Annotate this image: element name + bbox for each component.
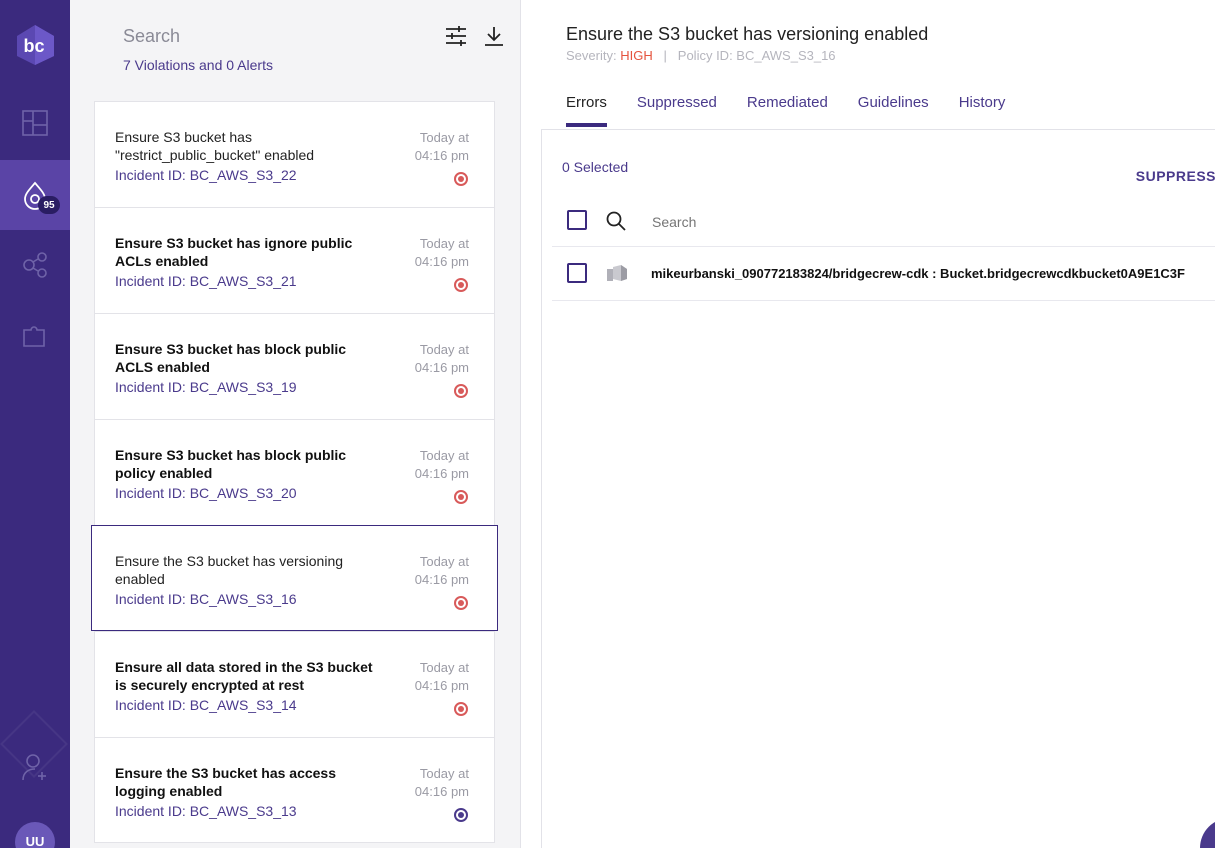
tab-remediated[interactable]: Remediated [747,94,828,127]
severity-high-icon [454,596,468,610]
dashboard-icon [22,110,48,136]
severity-high-icon [454,702,468,716]
s3-bucket-icon [607,265,627,281]
detail-tabs: Errors Suppressed Remediated Guidelines … [566,94,1035,127]
incident-title: Ensure S3 bucket has block public ACLS e… [115,341,347,375]
incident-card[interactable]: Ensure all data stored in the S3 bucket … [94,631,495,737]
user-avatar[interactable]: UU [15,822,55,848]
bridgecrew-logo[interactable]: bc [14,24,56,66]
nav-dashboard[interactable] [0,88,70,158]
incident-title: Ensure the S3 bucket has access logging … [115,765,336,799]
incident-detail-panel: Ensure the S3 bucket has versioning enab… [521,0,1215,848]
incident-time: Today at 04:16 pm [414,766,469,799]
incident-card[interactable]: Ensure the S3 bucket has access logging … [94,737,495,843]
incident-id: Incident ID: BC_AWS_S3_20 [115,485,297,501]
nav-integrations[interactable] [0,300,70,370]
incident-time: Today at 04:16 pm [414,236,469,269]
incident-card[interactable]: Ensure S3 bucket has block public ACLS e… [94,313,495,419]
nav-incidents[interactable]: 95 [0,160,70,230]
resource-search-input[interactable] [652,214,952,230]
sidebar: bc 95 UU [0,0,70,848]
incident-id: Incident ID: BC_AWS_S3_14 [115,697,297,713]
share-icon [23,252,47,278]
policy-meta: Severity: HIGH | Policy ID: BC_AWS_S3_16 [566,48,836,63]
severity-high-icon [454,490,468,504]
severity-medium-icon [454,808,468,822]
severity-high-icon [454,278,468,292]
incident-id: Incident ID: BC_AWS_S3_19 [115,379,297,395]
incident-title: Ensure S3 bucket has block public policy… [115,447,347,481]
incident-card[interactable]: Ensure S3 bucket has "restrict_public_bu… [94,101,495,207]
incident-title: Ensure all data stored in the S3 bucket … [115,659,373,693]
incidents-count-badge: 95 [38,196,60,214]
search-icon [606,211,626,231]
policy-title: Ensure the S3 bucket has versioning enab… [566,24,929,44]
severity-value: HIGH [620,48,653,63]
incident-time: Today at 04:16 pm [414,448,469,481]
filter-button[interactable] [444,24,468,48]
tab-history[interactable]: History [959,94,1006,127]
violations-count: 7 Violations and 0 Alerts [123,57,273,73]
policy-id: Policy ID: BC_AWS_S3_16 [677,48,836,63]
list-search[interactable]: Search [123,26,180,47]
incident-id: Incident ID: BC_AWS_S3_21 [115,273,297,289]
nav-add-user[interactable] [0,732,70,802]
severity-high-icon [454,384,468,398]
incident-title: Ensure the S3 bucket has versioning enab… [115,553,344,587]
tab-suppressed[interactable]: Suppressed [637,94,717,127]
add-user-icon [22,754,46,781]
incident-title: Ensure S3 bucket has "restrict_public_bu… [115,129,315,163]
errors-content: 0 Selected SUPPRESS mikeurbanski_0907721… [541,129,1215,848]
select-all-checkbox[interactable] [567,210,587,230]
tab-errors[interactable]: Errors [566,94,607,127]
incident-time: Today at 04:16 pm [414,554,469,587]
severity-high-icon [454,172,468,186]
incident-card[interactable]: Ensure S3 bucket has block public policy… [94,419,495,525]
puzzle-icon [23,326,45,347]
nav-connections[interactable] [0,230,70,300]
download-button[interactable] [482,24,506,48]
row-divider [552,246,1215,247]
incident-time: Today at 04:16 pm [414,130,469,163]
incident-cards: Ensure S3 bucket has "restrict_public_bu… [91,101,498,843]
row-divider [552,300,1215,301]
svg-text:bc: bc [23,36,44,56]
suppress-button[interactable]: SUPPRESS [1136,168,1215,184]
incident-title: Ensure S3 bucket has ignore public ACLs … [115,235,353,269]
incident-card[interactable]: Ensure S3 bucket has ignore public ACLs … [94,207,495,313]
incident-time: Today at 04:16 pm [414,342,469,375]
meta-separator: | [663,48,667,63]
incident-time: Today at 04:16 pm [414,660,469,693]
incident-id: Incident ID: BC_AWS_S3_22 [115,167,297,183]
sliders-icon [446,26,466,46]
severity-label: Severity: [566,48,617,63]
selected-count: 0 Selected [562,159,629,175]
incident-list-panel: Search 7 Violations and 0 Alerts Ensure … [70,0,521,848]
incident-id: Incident ID: BC_AWS_S3_13 [115,803,297,819]
tab-guidelines[interactable]: Guidelines [858,94,929,127]
incident-id: Incident ID: BC_AWS_S3_16 [115,591,297,607]
incident-card-selected[interactable]: Ensure the S3 bucket has versioning enab… [91,525,498,631]
resource-name[interactable]: mikeurbanski_090772183824/bridgecrew-cdk… [651,266,1185,281]
list-search-input[interactable]: Search [123,26,180,46]
download-icon [485,27,503,46]
resource-checkbox[interactable] [567,263,587,283]
